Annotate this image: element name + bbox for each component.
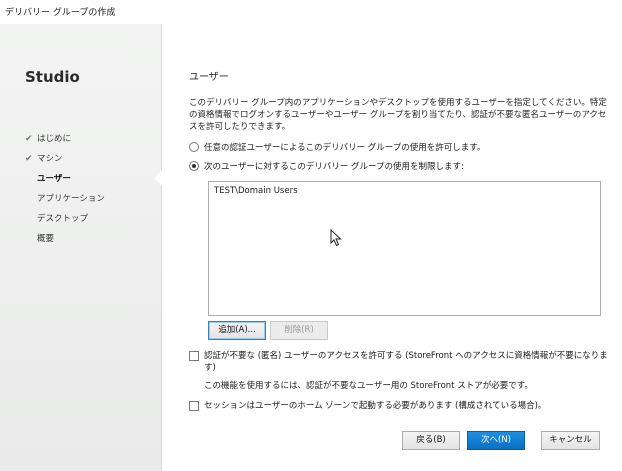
cancel-button[interactable]: キャンセル (541, 431, 600, 450)
brand-title: Studio (25, 68, 80, 86)
radio-allow-any-user[interactable]: 任意の認証ユーザーによるこのデリバリー グループの使用を許可します。 (189, 141, 485, 155)
step-applications[interactable]: アプリケーション (25, 189, 105, 209)
mouse-cursor-icon (330, 229, 342, 247)
step-introduction[interactable]: ✔ はじめに (25, 129, 105, 149)
step-label: マシン (37, 154, 63, 164)
radio-button[interactable] (189, 141, 199, 152)
checkbox-label: 認証が不要な (匿名) ユーザーのアクセスを許可する (StoreFront へ… (204, 351, 608, 373)
window-title: デリバリー グループの作成 (5, 8, 116, 18)
user-list[interactable]: TEST\Domain Users (208, 181, 601, 316)
anonymous-note: この機能を使用するには、認証が不要なユーザー用の StoreFront ストアが… (204, 381, 533, 391)
checkbox-label: セッションはユーザーのホーム ゾーンで起動する必要があります (構成されている場… (204, 401, 547, 411)
list-item[interactable]: TEST\Domain Users (214, 186, 298, 196)
radio-restrict-users[interactable]: 次のユーザーに対するこのデリバリー グループの使用を制限します: (189, 160, 464, 174)
step-label: ユーザー (37, 174, 71, 184)
step-machines[interactable]: ✔ マシン (25, 149, 105, 169)
title-bar: デリバリー グループの作成 (0, 0, 622, 24)
current-step-pointer (154, 170, 162, 186)
sidebar: Studio ✔ はじめに ✔ マシン ユーザー アプリケーション デスクトップ… (0, 24, 162, 471)
page-description: このデリバリー グループ内のアプリケーションやデスクトップを使用するユーザーを指… (189, 98, 607, 132)
home-zone-option[interactable]: セッションはユーザーのホーム ゾーンで起動する必要があります (構成されている場… (189, 400, 609, 412)
wizard-steps: ✔ はじめに ✔ マシン ユーザー アプリケーション デスクトップ 概要 (25, 129, 105, 249)
step-users[interactable]: ユーザー (25, 169, 105, 189)
back-button[interactable]: 戻る(B) (402, 431, 460, 450)
step-label: アプリケーション (37, 194, 105, 204)
next-button[interactable]: 次へ(N) (467, 431, 525, 450)
anonymous-access-checkbox[interactable] (189, 351, 199, 361)
anonymous-access-option[interactable]: 認証が不要な (匿名) ユーザーのアクセスを許可する (StoreFront へ… (189, 350, 609, 374)
page-title: ユーザー (189, 72, 229, 83)
step-desktops[interactable]: デスクトップ (25, 209, 105, 229)
home-zone-checkbox[interactable] (189, 401, 199, 411)
step-label: はじめに (37, 134, 72, 144)
remove-button[interactable]: 削除(R) (270, 321, 328, 340)
step-label: デスクトップ (37, 214, 89, 224)
checkmark-icon: ✔ (25, 154, 33, 164)
radio-label: 任意の認証ユーザーによるこのデリバリー グループの使用を許可します。 (204, 143, 486, 153)
checkmark-icon: ✔ (25, 134, 33, 144)
radio-button[interactable] (189, 160, 199, 171)
main-panel: ユーザー このデリバリー グループ内のアプリケーションやデスクトップを使用するユ… (163, 24, 622, 471)
step-summary[interactable]: 概要 (25, 229, 105, 249)
step-label: 概要 (37, 234, 55, 244)
add-button[interactable]: 追加(A)... (208, 321, 266, 340)
radio-label: 次のユーザーに対するこのデリバリー グループの使用を制限します: (204, 162, 464, 172)
